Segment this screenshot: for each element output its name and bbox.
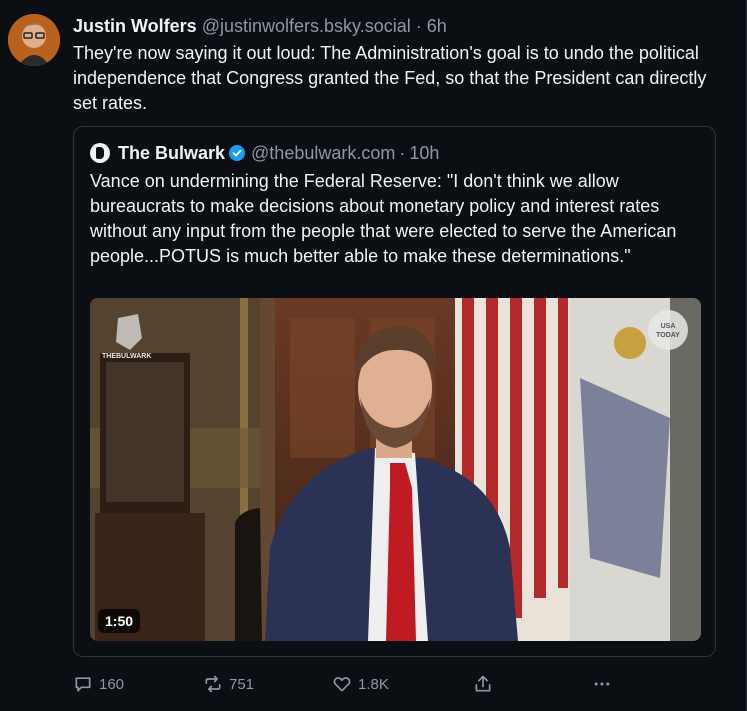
bulwark-avatar: [90, 143, 110, 163]
quoted-post[interactable]: The Bulwark @thebulwark.com · 10h Vance …: [73, 126, 716, 657]
quote-author-handle: @thebulwark.com: [251, 143, 396, 163]
more-icon: [594, 682, 610, 686]
separator-dot: ·: [415, 16, 422, 36]
repost-icon: [205, 675, 221, 693]
post-text: They're now saying it out loud: The Admi…: [73, 43, 707, 113]
reply-button[interactable]: 160: [73, 672, 124, 696]
video-thumbnail: THEBULWARK USA TODAY: [90, 298, 701, 641]
post-header: Justin Wolfers @justinwolfers.bsky.socia…: [73, 14, 447, 38]
heart-icon: [333, 677, 351, 692]
post: Justin Wolfers @justinwolfers.bsky.socia…: [0, 0, 747, 711]
video-player[interactable]: THEBULWARK USA TODAY 1:50: [90, 298, 701, 641]
like-button[interactable]: 1.8K: [332, 672, 389, 696]
quote-header: The Bulwark @thebulwark.com · 10h: [90, 141, 439, 165]
share-icon: [475, 675, 491, 692]
share-button[interactable]: [473, 672, 493, 696]
reply-icon: [75, 677, 91, 692]
like-count: 1.8K: [358, 675, 389, 693]
quote-time: 10h: [409, 143, 440, 163]
watermark-left-text: THEBULWARK: [102, 353, 151, 360]
verified-badge-icon: [229, 145, 246, 161]
author-name[interactable]: Justin Wolfers: [73, 16, 197, 36]
avatar-image: [8, 14, 60, 66]
post-time[interactable]: 6h: [427, 16, 447, 36]
author-avatar[interactable]: [8, 14, 60, 66]
more-options-button[interactable]: [592, 672, 612, 696]
usa-today-logo: USA TODAY: [648, 310, 688, 350]
quote-separator-dot: ·: [399, 143, 406, 163]
quote-text: Vance on undermining the Federal Reserve…: [90, 171, 677, 266]
reply-count: 160: [99, 675, 125, 693]
repost-button[interactable]: 751: [203, 672, 254, 696]
author-handle[interactable]: @justinwolfers.bsky.social: [202, 16, 411, 36]
video-duration: 1:50: [98, 609, 141, 633]
svg-text:USA: USA: [661, 323, 676, 330]
quote-author-name: The Bulwark: [118, 143, 226, 163]
repost-count: 751: [229, 675, 255, 693]
svg-text:TODAY: TODAY: [656, 332, 680, 339]
action-bar: 160 751 1.8K: [73, 672, 633, 696]
